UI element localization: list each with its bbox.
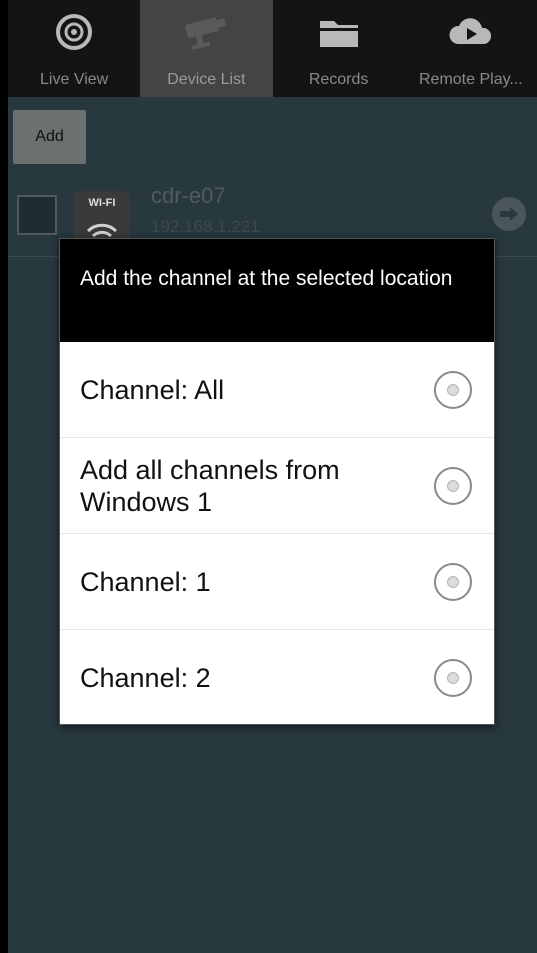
option-label: Channel: All bbox=[80, 374, 225, 405]
tab-label: Live View bbox=[40, 71, 109, 88]
radio-dot bbox=[447, 383, 459, 396]
camera-icon bbox=[181, 12, 231, 52]
tab-label: Device List bbox=[167, 71, 246, 88]
radio-dot bbox=[447, 672, 459, 684]
app-screen: Live View Device List Records Remote Pla… bbox=[8, 0, 537, 953]
radio-button[interactable] bbox=[434, 466, 472, 505]
device-ip: 192.168.1.221 bbox=[151, 217, 260, 236]
radio-button[interactable] bbox=[434, 562, 472, 601]
folder-icon bbox=[314, 12, 364, 52]
arrow-right-icon[interactable] bbox=[492, 197, 526, 231]
option-channel-2[interactable]: Channel: 2 bbox=[60, 630, 494, 726]
tab-remote-play[interactable]: Remote Play... bbox=[405, 0, 537, 97]
radio-dot bbox=[447, 575, 459, 588]
tab-live-view[interactable]: Live View bbox=[8, 0, 140, 97]
option-label: Add all channels from Windows 1 bbox=[80, 454, 340, 517]
tab-label: Records bbox=[308, 71, 369, 88]
radio-button[interactable] bbox=[434, 370, 472, 409]
option-label: Channel: 2 bbox=[80, 663, 211, 693]
radio-dot bbox=[447, 479, 459, 492]
dialog-title: Add the channel at the selected location bbox=[60, 239, 494, 342]
option-label: Channel: 1 bbox=[80, 566, 211, 597]
radio-button[interactable] bbox=[434, 659, 472, 697]
tab-label: Remote Play... bbox=[419, 71, 523, 88]
tab-bar: Live View Device List Records Remote Pla… bbox=[8, 0, 537, 97]
device-checkbox[interactable] bbox=[17, 195, 57, 235]
option-channel-all[interactable]: Channel: All bbox=[60, 342, 494, 438]
cloud-play-icon bbox=[446, 12, 496, 52]
add-button[interactable]: Add bbox=[13, 110, 86, 164]
live-view-icon bbox=[49, 12, 99, 52]
option-all-channels-windows-1[interactable]: Add all channels from Windows 1 bbox=[60, 438, 494, 534]
option-channel-1[interactable]: Channel: 1 bbox=[60, 534, 494, 630]
device-name: cdr-e07 bbox=[151, 183, 226, 208]
tab-device-list[interactable]: Device List bbox=[140, 0, 273, 97]
channel-select-dialog: Add the channel at the selected location… bbox=[59, 238, 495, 725]
tab-records[interactable]: Records bbox=[273, 0, 405, 97]
